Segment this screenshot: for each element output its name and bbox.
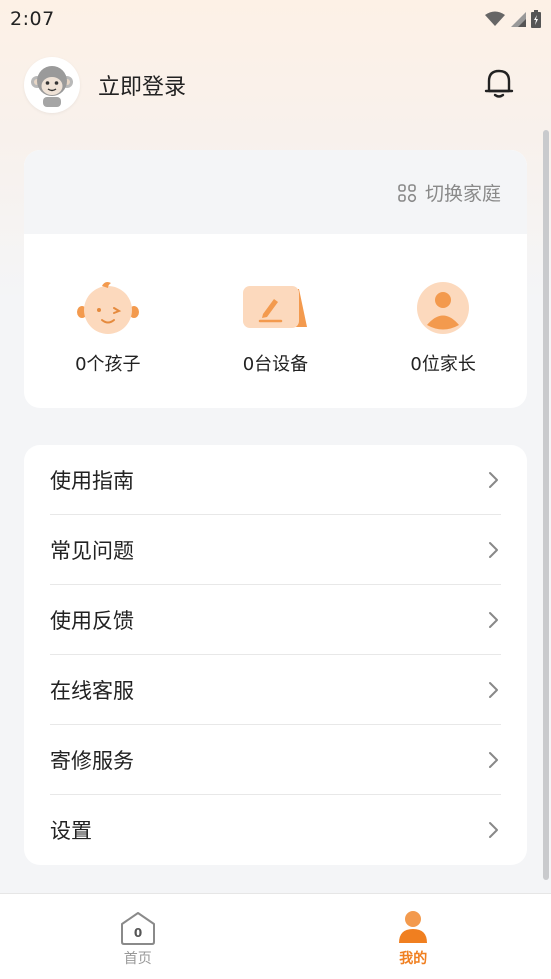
stat-children-label: 0个孩子 xyxy=(75,354,141,375)
stat-devices[interactable]: 0台设备 xyxy=(192,280,360,376)
person-icon xyxy=(399,911,428,943)
tab-me-label: 我的 xyxy=(399,951,428,967)
menu-item-label: 在线客服 xyxy=(50,678,134,703)
menu-item-online-service[interactable]: 在线客服 xyxy=(50,655,501,725)
menu-item-guide[interactable]: 使用指南 xyxy=(50,445,501,515)
parent-icon xyxy=(417,282,470,334)
menu-item-label: 寄修服务 xyxy=(50,748,134,773)
family-stats: 0个孩子 0台设备 0位家长 xyxy=(24,280,527,376)
menu-list: 使用指南 常见问题 使用反馈 在线客服 寄修服务 设置 xyxy=(24,445,527,865)
menu-item-label: 使用指南 xyxy=(50,468,134,493)
stat-children[interactable]: 0个孩子 xyxy=(24,280,192,376)
status-bar: 2:07 xyxy=(0,0,551,38)
status-time: 2:07 xyxy=(10,8,55,30)
chevron-right-icon xyxy=(489,541,498,558)
chevron-right-icon xyxy=(489,471,498,488)
menu-item-feedback[interactable]: 使用反馈 xyxy=(50,585,501,655)
stat-devices-label: 0台设备 xyxy=(242,354,309,375)
tab-home[interactable]: 0 首页 xyxy=(0,894,276,979)
bottom-tab-bar: 0 首页 我的 xyxy=(0,893,551,979)
switch-family-icon xyxy=(398,183,417,202)
family-card-header: 切换家庭 xyxy=(24,150,527,234)
signal-icon xyxy=(511,12,526,27)
tab-me[interactable]: 我的 xyxy=(276,894,551,979)
stat-parents[interactable]: 0位家长 xyxy=(359,280,527,376)
menu-item-label: 常见问题 xyxy=(50,538,134,563)
home-badge: 0 xyxy=(134,926,142,940)
login-link[interactable]: 立即登录 xyxy=(98,69,186,101)
switch-family-label: 切换家庭 xyxy=(424,183,501,205)
profile-row: 立即登录 xyxy=(24,56,527,114)
menu-item-faq[interactable]: 常见问题 xyxy=(50,515,501,585)
menu-item-repair-service[interactable]: 寄修服务 xyxy=(50,725,501,795)
home-icon: 0 xyxy=(120,912,155,945)
device-icon xyxy=(243,286,308,328)
bell-icon xyxy=(484,69,514,98)
wifi-icon xyxy=(485,11,505,26)
baby-face-icon xyxy=(76,282,139,334)
family-card: 切换家庭 0个孩子 0台设备 0位家长 xyxy=(24,150,527,408)
switch-family-button[interactable]: 切换家庭 xyxy=(397,179,501,206)
chevron-right-icon xyxy=(489,611,498,628)
avatar[interactable] xyxy=(24,57,80,113)
menu-item-label: 使用反馈 xyxy=(50,608,134,633)
notification-button[interactable] xyxy=(481,65,517,105)
chevron-right-icon xyxy=(489,822,498,838)
menu-item-settings[interactable]: 设置 xyxy=(50,795,501,865)
chevron-right-icon xyxy=(489,681,498,698)
monkey-avatar-icon xyxy=(31,66,73,107)
battery-icon xyxy=(531,10,541,28)
tab-home-label: 首页 xyxy=(123,951,152,967)
chevron-right-icon xyxy=(489,751,498,768)
status-icons xyxy=(485,10,541,28)
menu-item-label: 设置 xyxy=(50,819,92,843)
stat-parents-label: 0位家长 xyxy=(410,354,476,375)
scrollbar[interactable] xyxy=(543,130,549,880)
